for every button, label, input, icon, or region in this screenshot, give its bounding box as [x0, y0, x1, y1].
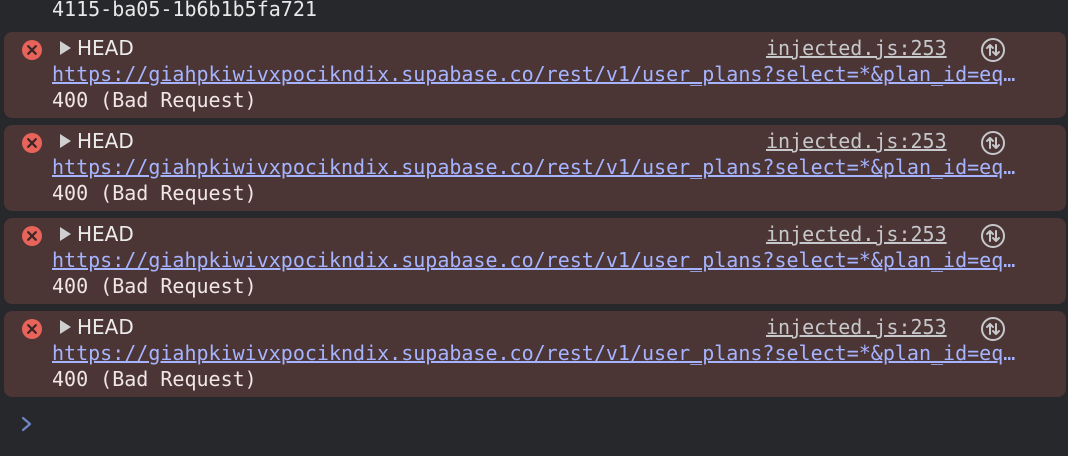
previous-message-text: 4115-ba05-1b6b1b5fa721 — [52, 0, 317, 21]
error-entry[interactable]: HEAD injected.js:253 https://giahpkiwivx… — [4, 125, 1066, 211]
request-method: HEAD — [77, 222, 134, 246]
network-panel-icon[interactable] — [980, 37, 1006, 63]
request-method: HEAD — [77, 36, 134, 60]
expand-triangle-icon[interactable] — [60, 134, 71, 148]
request-url-link[interactable]: https://giahpkiwivxpocikndix.supabase.co… — [52, 154, 1022, 180]
console-prompt-chevron-icon[interactable] — [18, 413, 36, 435]
source-link[interactable]: injected.js:253 — [766, 35, 947, 61]
entry-header[interactable]: HEAD — [60, 35, 134, 61]
error-icon — [22, 40, 42, 60]
entry-header[interactable]: HEAD — [60, 314, 134, 340]
request-url-link[interactable]: https://giahpkiwivxpocikndix.supabase.co… — [52, 61, 1022, 87]
status-text: 400 (Bad Request) — [52, 274, 257, 298]
expand-triangle-icon[interactable] — [60, 227, 71, 241]
expand-triangle-icon[interactable] — [60, 41, 71, 55]
request-method: HEAD — [77, 129, 134, 153]
status-text: 400 (Bad Request) — [52, 88, 257, 112]
status-text: 400 (Bad Request) — [52, 181, 257, 205]
console-panel: 4115-ba05-1b6b1b5fa721 HEAD injected.js:… — [0, 0, 1068, 456]
request-url-link[interactable]: https://giahpkiwivxpocikndix.supabase.co… — [52, 247, 1022, 273]
source-link[interactable]: injected.js:253 — [766, 221, 947, 247]
error-entry[interactable]: HEAD injected.js:253 https://giahpkiwivx… — [4, 32, 1066, 118]
request-method: HEAD — [77, 315, 134, 339]
network-panel-icon[interactable] — [980, 130, 1006, 156]
source-link[interactable]: injected.js:253 — [766, 314, 947, 340]
entry-header[interactable]: HEAD — [60, 221, 134, 247]
error-entry[interactable]: HEAD injected.js:253 https://giahpkiwivx… — [4, 311, 1066, 397]
error-icon — [22, 226, 42, 246]
status-text: 400 (Bad Request) — [52, 367, 257, 391]
error-icon — [22, 133, 42, 153]
network-panel-icon[interactable] — [980, 223, 1006, 249]
source-link[interactable]: injected.js:253 — [766, 128, 947, 154]
error-entry[interactable]: HEAD injected.js:253 https://giahpkiwivx… — [4, 218, 1066, 304]
network-panel-icon[interactable] — [980, 316, 1006, 342]
entry-header[interactable]: HEAD — [60, 128, 134, 154]
request-url-link[interactable]: https://giahpkiwivxpocikndix.supabase.co… — [52, 340, 1022, 366]
expand-triangle-icon[interactable] — [60, 320, 71, 334]
error-icon — [22, 319, 42, 339]
